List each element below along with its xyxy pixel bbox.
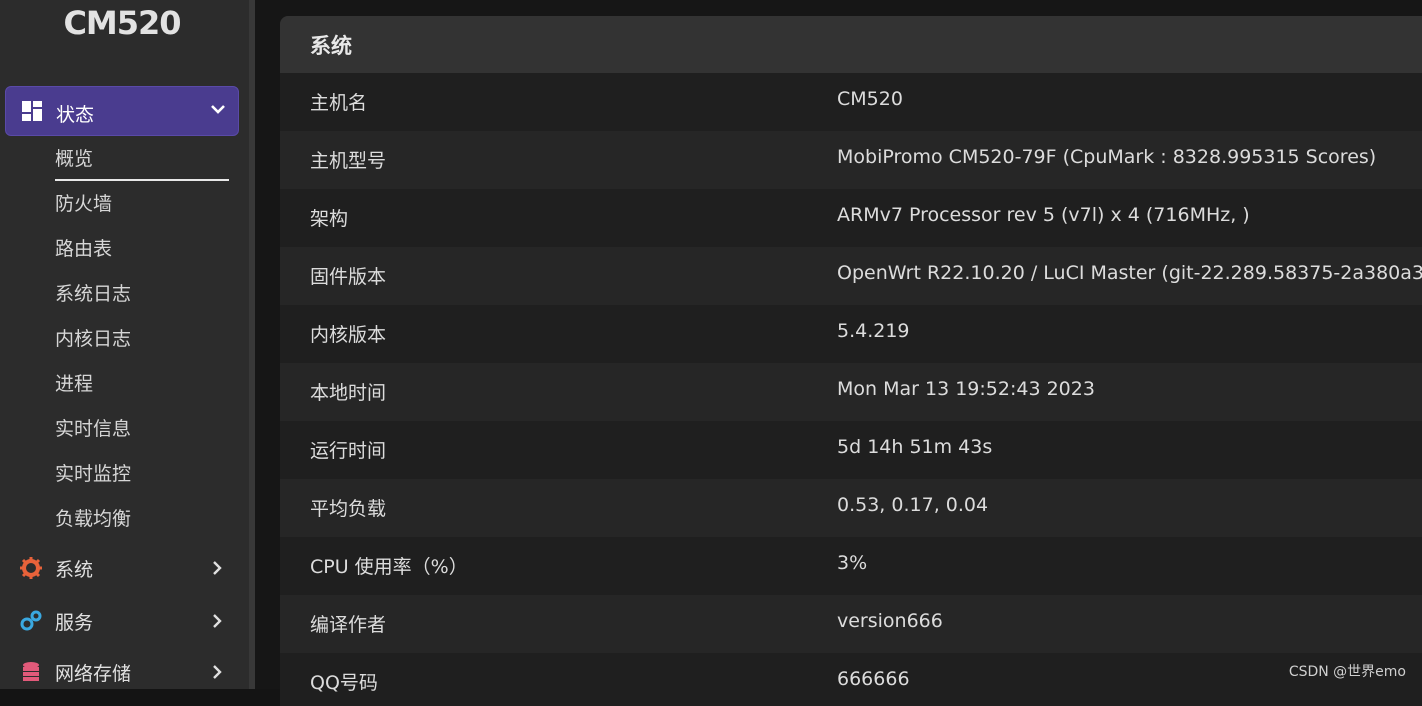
row-key: 运行时间 — [310, 440, 387, 462]
menu-item-services-label: 服务 — [55, 612, 94, 634]
row-value: version666 — [837, 610, 943, 632]
database-icon — [23, 662, 39, 681]
submenu-kernel-log[interactable]: 内核日志 — [55, 324, 131, 354]
row-key: 主机型号 — [310, 150, 387, 172]
submenu-overview[interactable]: 概览 — [55, 144, 93, 174]
dashboard-icon — [22, 101, 42, 121]
row-value: CM520 — [837, 88, 903, 110]
submenu-firewall[interactable]: 防火墙 — [55, 189, 112, 219]
row-key: 固件版本 — [310, 266, 387, 288]
brand-logo: CM520 — [63, 4, 181, 42]
card-title: 系统 — [310, 34, 352, 58]
gears-icon — [20, 610, 42, 631]
row-key: 内核版本 — [310, 324, 387, 346]
row-value: MobiPromo CM520-79F (CpuMark : 8328.9953… — [837, 146, 1377, 168]
table-row: CPU 使用率（%） 3% — [280, 537, 1422, 595]
row-value: 666666 — [837, 668, 910, 690]
chevron-right-icon — [213, 561, 222, 575]
table-row: 架构 ARMv7 Processor rev 5 (v7l) x 4 (716M… — [280, 189, 1422, 247]
active-underline — [55, 179, 229, 181]
row-key: 架构 — [310, 208, 349, 230]
submenu-realtime-info[interactable]: 实时信息 — [55, 414, 131, 444]
row-key: 编译作者 — [310, 614, 387, 636]
table-row: QQ号码 666666 — [280, 653, 1422, 706]
submenu-syslog[interactable]: 系统日志 — [55, 279, 131, 309]
row-value: 3% — [837, 552, 868, 574]
sidebar: CM520 状态 概览 防火墙 路由表 系统日志 内核日志 进程 实时信息 实时… — [0, 0, 249, 689]
table-row: 主机型号 MobiPromo CM520-79F (CpuMark : 8328… — [280, 131, 1422, 189]
submenu-routes[interactable]: 路由表 — [55, 234, 112, 264]
row-key: QQ号码 — [310, 672, 378, 694]
row-value: Mon Mar 13 19:52:43 2023 — [837, 378, 1095, 400]
table-row: 编译作者 version666 — [280, 595, 1422, 653]
row-key: 平均负载 — [310, 498, 387, 520]
table-row: 本地时间 Mon Mar 13 19:52:43 2023 — [280, 363, 1422, 421]
row-key: 主机名 — [310, 92, 368, 114]
card-header: 系统 — [280, 16, 1422, 73]
system-card: 系统 主机名 CM520 主机型号 MobiPromo CM520-79F (C… — [280, 16, 1422, 706]
chevron-right-icon — [213, 665, 222, 679]
table-row: 主机名 CM520 — [280, 73, 1422, 131]
row-value: ARMv7 Processor rev 5 (v7l) x 4 (716MHz,… — [837, 204, 1250, 226]
table-row: 固件版本 OpenWrt R22.10.20 / LuCI Master (gi… — [280, 247, 1422, 305]
menu-item-services[interactable]: 服务 — [0, 598, 249, 644]
submenu-realtime-monitor[interactable]: 实时监控 — [55, 459, 131, 489]
row-value: 0.53, 0.17, 0.04 — [837, 494, 989, 516]
submenu-processes[interactable]: 进程 — [55, 369, 93, 399]
menu-item-status[interactable]: 状态 — [5, 86, 239, 136]
menu-item-status-label: 状态 — [56, 104, 95, 126]
table-row: 内核版本 5.4.219 — [280, 305, 1422, 363]
row-key: CPU 使用率（%） — [310, 556, 468, 578]
row-value: 5d 14h 51m 43s — [837, 436, 993, 458]
row-value: 5.4.219 — [837, 320, 910, 342]
row-value: OpenWrt R22.10.20 / LuCI Master (git-22.… — [837, 262, 1422, 284]
table-row: 平均负载 0.53, 0.17, 0.04 — [280, 479, 1422, 537]
menu-item-nas-label: 网络存储 — [55, 663, 132, 685]
watermark: CSDN @世界emo — [1288, 664, 1406, 680]
menu-item-nas[interactable]: 网络存储 — [0, 649, 249, 695]
table-row: 运行时间 5d 14h 51m 43s — [280, 421, 1422, 479]
chevron-right-icon — [213, 614, 222, 628]
gear-icon — [20, 557, 42, 579]
submenu-load-balance[interactable]: 负载均衡 — [55, 504, 131, 534]
row-key: 本地时间 — [310, 382, 387, 404]
menu-item-system[interactable]: 系统 — [0, 545, 249, 591]
menu-item-system-label: 系统 — [55, 559, 94, 581]
chevron-down-icon — [211, 105, 225, 114]
